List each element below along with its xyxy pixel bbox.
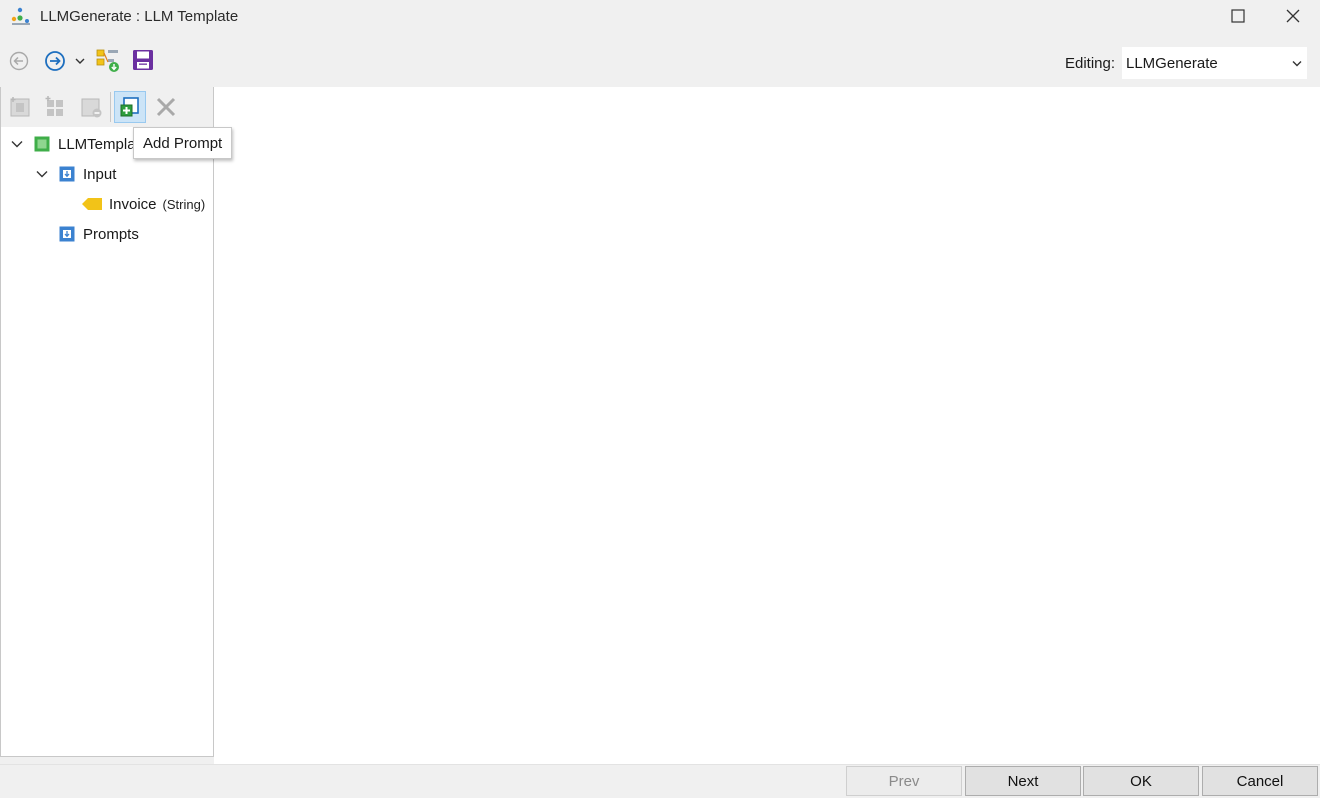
save-button[interactable] bbox=[129, 46, 157, 74]
add-prompt-button[interactable] bbox=[114, 91, 146, 123]
tree-node-prompts[interactable]: Prompts bbox=[59, 221, 139, 247]
editing-select-value: LLMGenerate bbox=[1126, 54, 1218, 72]
forward-button[interactable] bbox=[42, 48, 68, 74]
prev-button[interactable]: Prev bbox=[846, 766, 962, 796]
tree-node-llmtemplate[interactable]: LLMTemplate bbox=[8, 131, 148, 157]
tree-node-invoice[interactable]: Invoice (String) bbox=[82, 191, 205, 217]
back-button[interactable] bbox=[6, 48, 32, 74]
tree-node-label: Input bbox=[83, 165, 117, 183]
next-button[interactable]: Next bbox=[965, 766, 1081, 796]
tree-toolbar-separator bbox=[110, 92, 111, 122]
back-arrow-circle-icon bbox=[9, 51, 29, 71]
input-node-icon bbox=[59, 166, 75, 182]
maximize-button[interactable] bbox=[1224, 2, 1252, 30]
chevron-down-icon bbox=[75, 58, 85, 64]
template-node-icon bbox=[34, 136, 50, 152]
window-title: LLMGenerate : LLM Template bbox=[40, 8, 239, 25]
close-icon bbox=[1286, 9, 1300, 23]
properties-download-icon bbox=[96, 49, 119, 72]
save-disk-icon bbox=[133, 50, 153, 70]
add-node-button[interactable] bbox=[4, 91, 36, 123]
close-button[interactable] bbox=[1279, 2, 1307, 30]
editing-label: Editing: bbox=[1065, 55, 1116, 72]
add-group-icon bbox=[45, 96, 63, 116]
remove-node-icon bbox=[81, 98, 102, 118]
forward-menu-button[interactable] bbox=[72, 52, 88, 70]
template-tree-panel bbox=[0, 87, 214, 757]
maximize-icon bbox=[1231, 9, 1245, 23]
app-logo-icon bbox=[10, 7, 32, 27]
tree-node-label: Prompts bbox=[83, 225, 139, 243]
add-node-icon bbox=[10, 97, 30, 117]
forward-arrow-circle-icon bbox=[45, 51, 65, 71]
tree-node-label: Invoice bbox=[109, 195, 157, 213]
prompts-node-icon bbox=[59, 226, 75, 242]
string-field-tag-icon bbox=[82, 197, 102, 211]
add-prompt-icon bbox=[120, 97, 139, 117]
cancel-button[interactable]: Cancel bbox=[1202, 766, 1318, 796]
delete-x-icon bbox=[156, 97, 176, 117]
remove-node-button[interactable] bbox=[75, 91, 107, 123]
ok-button[interactable]: OK bbox=[1083, 766, 1199, 796]
chevron-down-icon bbox=[1287, 60, 1307, 67]
add-group-button[interactable] bbox=[39, 91, 71, 123]
properties-button[interactable] bbox=[94, 46, 122, 74]
delete-button[interactable] bbox=[150, 91, 182, 123]
editing-select[interactable]: LLMGenerate bbox=[1121, 46, 1308, 80]
tree-node-input[interactable]: Input bbox=[33, 161, 116, 187]
tree-node-type: (String) bbox=[162, 196, 206, 212]
editor-content-area bbox=[214, 87, 1320, 764]
add-prompt-tooltip: Add Prompt bbox=[133, 127, 233, 159]
expand-chevron-icon[interactable] bbox=[33, 170, 51, 178]
expand-chevron-icon[interactable] bbox=[8, 140, 26, 148]
